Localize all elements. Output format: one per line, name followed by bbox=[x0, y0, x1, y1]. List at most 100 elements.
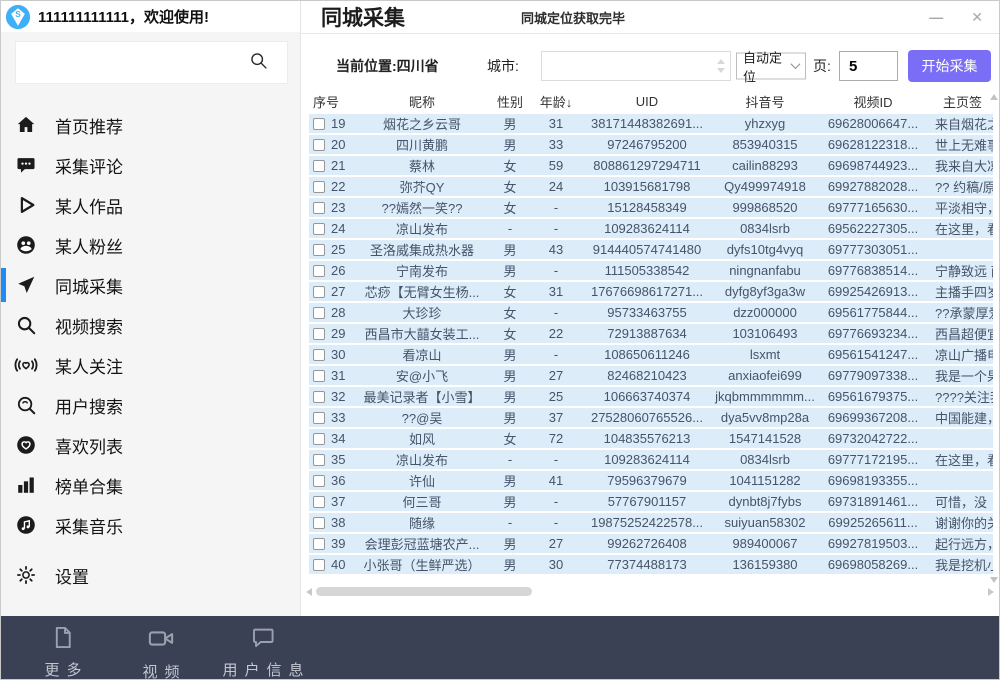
start-collect-button[interactable]: 开始采集 bbox=[908, 50, 991, 82]
sidebar-item-collect-music[interactable]: 采集音乐 bbox=[1, 505, 300, 545]
table-row[interactable]: 24凉山发布--1092836241140834lsrb69562227305.… bbox=[309, 219, 993, 238]
table-row[interactable]: 21蔡林女59808861297294711cailin882936969874… bbox=[309, 156, 993, 175]
file-icon bbox=[49, 624, 76, 656]
row-checkbox[interactable] bbox=[313, 412, 325, 424]
table-row[interactable]: 37何三哥男-57767901157dynbt8j7fybs6973189146… bbox=[309, 492, 993, 511]
scroll-down-icon[interactable] bbox=[990, 577, 998, 583]
bottom-bar-item-video[interactable]: 视频 bbox=[135, 624, 186, 680]
table-row[interactable]: 28大珍珍女-95733463755dzz00000069561775844..… bbox=[309, 303, 993, 322]
bottom-bar-item-more[interactable]: 更多 bbox=[37, 624, 88, 680]
column-header-4[interactable]: UID bbox=[581, 94, 713, 109]
table-row[interactable]: 27芯痧【无臂女生杨...女3117676698617271...dyfg8yf… bbox=[309, 282, 993, 301]
row-checkbox[interactable] bbox=[313, 181, 325, 193]
scrollbar-thumb[interactable] bbox=[316, 587, 532, 596]
column-header-3[interactable]: 年龄↓ bbox=[531, 92, 581, 111]
radar-heart-icon bbox=[14, 353, 38, 377]
scroll-right-icon[interactable] bbox=[988, 588, 994, 596]
minimize-button[interactable]: — bbox=[929, 10, 943, 24]
table-row[interactable]: 31安@小飞男2782468210423anxiaofei69969779097… bbox=[309, 366, 993, 385]
cell-video-id: 69927819503... bbox=[817, 536, 929, 551]
row-checkbox[interactable] bbox=[313, 496, 325, 508]
cell-age: 30 bbox=[531, 557, 581, 572]
scroll-left-icon[interactable] bbox=[306, 588, 312, 596]
row-checkbox[interactable] bbox=[313, 391, 325, 403]
table-row[interactable]: 20四川黄鹏男339724679520085394031569628122318… bbox=[309, 135, 993, 154]
sidebar-item-user-fans[interactable]: 某人粉丝 bbox=[1, 225, 300, 265]
cell-video-id: 69927882028... bbox=[817, 179, 929, 194]
cell-index: 24 bbox=[309, 221, 355, 236]
row-checkbox[interactable] bbox=[313, 118, 325, 130]
search-icon[interactable] bbox=[248, 50, 269, 76]
row-checkbox[interactable] bbox=[313, 475, 325, 487]
table-row[interactable]: 36许仙男4179596379679104115128269698193355.… bbox=[309, 471, 993, 490]
column-header-2[interactable]: 性别 bbox=[489, 92, 531, 111]
sidebar-item-collect-comments[interactable]: 采集评论 bbox=[1, 145, 300, 185]
close-button[interactable]: ✕ bbox=[971, 10, 983, 24]
row-checkbox[interactable] bbox=[313, 517, 325, 529]
table-row[interactable]: 40小张哥（生鲜严选）男3077374488173136159380696980… bbox=[309, 555, 993, 574]
column-header-0[interactable]: 序号 bbox=[309, 92, 355, 111]
cell-douyin-id: 989400067 bbox=[713, 536, 817, 551]
cell-nickname: ??@吴 bbox=[355, 408, 489, 427]
bottom-bar-item-user-info[interactable]: 用户信息 bbox=[215, 624, 310, 680]
table-row[interactable]: 34如风女72104835576213154714152869732042722… bbox=[309, 429, 993, 448]
cell-video-id: 69698744923... bbox=[817, 158, 929, 173]
sidebar-item-user-works[interactable]: 某人作品 bbox=[1, 185, 300, 225]
table-row[interactable]: 23??嫣然一笑??女-1512845834999986852069777165… bbox=[309, 198, 993, 217]
cell-douyin-id: dzz000000 bbox=[713, 305, 817, 320]
row-checkbox[interactable] bbox=[313, 349, 325, 361]
table-row[interactable]: 39会理彭冠蓝塘农产...男27992627264089894000676992… bbox=[309, 534, 993, 553]
table-row[interactable]: 33??@吴男3727528060765526...dya5vv8mp28a69… bbox=[309, 408, 993, 427]
sidebar-item-home[interactable]: 首页推荐 bbox=[1, 105, 300, 145]
locate-mode-select[interactable]: 自动定位 bbox=[736, 53, 806, 80]
page-count-input[interactable] bbox=[839, 51, 898, 81]
row-checkbox[interactable] bbox=[313, 202, 325, 214]
table-row[interactable]: 29西昌市大囍女装工...女22729138876341031064936977… bbox=[309, 324, 993, 343]
cell-nickname: 凉山发布 bbox=[355, 450, 489, 469]
sidebar-item-city-collect[interactable]: 同城采集 bbox=[1, 265, 300, 305]
row-checkbox[interactable] bbox=[313, 538, 325, 550]
scroll-up-icon[interactable] bbox=[990, 94, 998, 100]
column-header-7[interactable]: 主页签 bbox=[929, 92, 993, 111]
row-checkbox[interactable] bbox=[313, 265, 325, 277]
sidebar-item-rank-collection[interactable]: 榜单合集 bbox=[1, 465, 300, 505]
row-checkbox[interactable] bbox=[313, 370, 325, 382]
table-row[interactable]: 38随缘--19875252422578...suiyuan5830269925… bbox=[309, 513, 993, 532]
sidebar-item-user-search[interactable]: 用户搜索 bbox=[1, 385, 300, 425]
row-checkbox[interactable] bbox=[313, 160, 325, 172]
city-input[interactable] bbox=[542, 52, 730, 80]
row-checkbox[interactable] bbox=[313, 139, 325, 151]
row-checkbox[interactable] bbox=[313, 454, 325, 466]
sidebar-item-like-list[interactable]: 喜欢列表 bbox=[1, 425, 300, 465]
row-checkbox[interactable] bbox=[313, 244, 325, 256]
spinner-up-icon[interactable] bbox=[717, 59, 725, 64]
table-row[interactable]: 19烟花之乡云哥男3138171448382691...yhzxyg696280… bbox=[309, 114, 993, 133]
spinner-down-icon[interactable] bbox=[717, 68, 725, 73]
table-row[interactable]: 30看凉山男-108650611246lsxmt69561541247...凉山… bbox=[309, 345, 993, 364]
table-row[interactable]: 26宁南发布男-111505338542ningnanfabu697768385… bbox=[309, 261, 993, 280]
sidebar-item-user-follows[interactable]: 某人关注 bbox=[1, 345, 300, 385]
sidebar-search-box[interactable] bbox=[15, 41, 288, 84]
table-row[interactable]: 25圣洛威集成热水器男43914440574741480dyfs10tg4vyq… bbox=[309, 240, 993, 259]
row-checkbox[interactable] bbox=[313, 223, 325, 235]
column-header-5[interactable]: 抖音号 bbox=[713, 92, 817, 111]
table-row[interactable]: 32最美记录者【小雪】男25106663740374jkqbmmmmmm...6… bbox=[309, 387, 993, 406]
column-header-1[interactable]: 昵称 bbox=[355, 92, 489, 111]
horizontal-scrollbar[interactable] bbox=[303, 586, 997, 598]
table-row[interactable]: 22弥芥QY女24103915681798Qy49997491869927882… bbox=[309, 177, 993, 196]
sidebar-item-settings[interactable]: 设置 bbox=[1, 555, 300, 595]
status-text: 同城定位获取完毕 bbox=[521, 8, 625, 27]
table-row[interactable]: 35凉山发布--1092836241140834lsrb69777172195.… bbox=[309, 450, 993, 469]
row-checkbox[interactable] bbox=[313, 286, 325, 298]
nav-arrow-icon bbox=[14, 273, 38, 297]
row-checkbox[interactable] bbox=[313, 307, 325, 319]
row-checkbox[interactable] bbox=[313, 559, 325, 571]
cell-age: 22 bbox=[531, 326, 581, 341]
row-checkbox[interactable] bbox=[313, 433, 325, 445]
cell-index: 30 bbox=[309, 347, 355, 362]
column-header-6[interactable]: 视频ID bbox=[817, 92, 929, 111]
sidebar-settings-wrap: 设置 bbox=[1, 555, 300, 595]
row-checkbox[interactable] bbox=[313, 328, 325, 340]
sidebar-item-video-search[interactable]: 视频搜索 bbox=[1, 305, 300, 345]
cell-bio: 在这里，看 bbox=[929, 219, 993, 238]
